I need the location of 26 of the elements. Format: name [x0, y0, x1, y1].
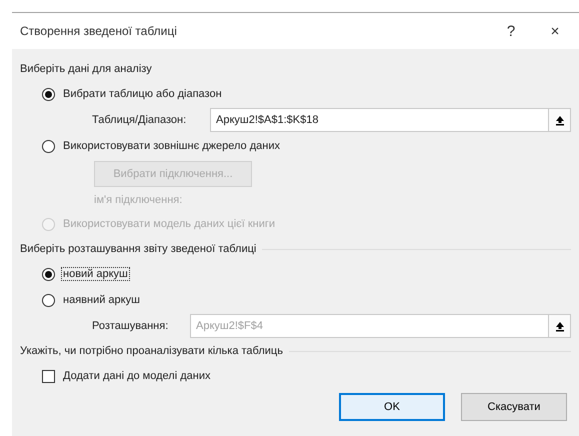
radio-label: новий аркуш	[61, 267, 130, 281]
checkbox-label: Додати дані до моделі даних	[62, 369, 212, 383]
cancel-button[interactable]: Скасувати	[461, 393, 567, 421]
connection-name-label: ім'я підключення:	[93, 193, 184, 208]
collapse-button[interactable]	[548, 109, 570, 131]
field-label: Таблиця/Діапазон:	[92, 114, 188, 126]
close-button[interactable]: ×	[535, 16, 575, 46]
section-heading: Укажіть, чи потрібно проаналізувати кілька таблиць	[20, 345, 283, 357]
section-heading: Виберіть дані для аналізу	[20, 63, 152, 75]
radio-label: Використовувати зовнішнє джерело даних	[62, 139, 281, 153]
section-heading: Виберіть розташування звіту зведеної таблиці	[20, 243, 256, 255]
upload-icon	[554, 114, 564, 126]
field-label: Розташування:	[92, 320, 170, 332]
window-title: Створення зведеної таблиці	[20, 24, 178, 38]
radio-label: Використовувати модель даних цієї книги	[62, 217, 276, 231]
radio-label: Вибрати таблицю або діапазон	[62, 87, 223, 101]
radio-button[interactable]	[42, 268, 55, 280]
radio-button[interactable]	[42, 88, 55, 100]
upload-icon	[554, 320, 564, 332]
ok-button[interactable]: OK	[339, 393, 445, 421]
help-button[interactable]: ?	[491, 16, 531, 46]
radio-button[interactable]	[42, 140, 55, 152]
radio-label: наявний аркуш	[62, 293, 141, 307]
radio-button[interactable]	[42, 294, 55, 306]
range-field[interactable]: Аркуш2!$A$1:$K$18	[210, 108, 571, 132]
checkbox[interactable]	[42, 370, 55, 382]
